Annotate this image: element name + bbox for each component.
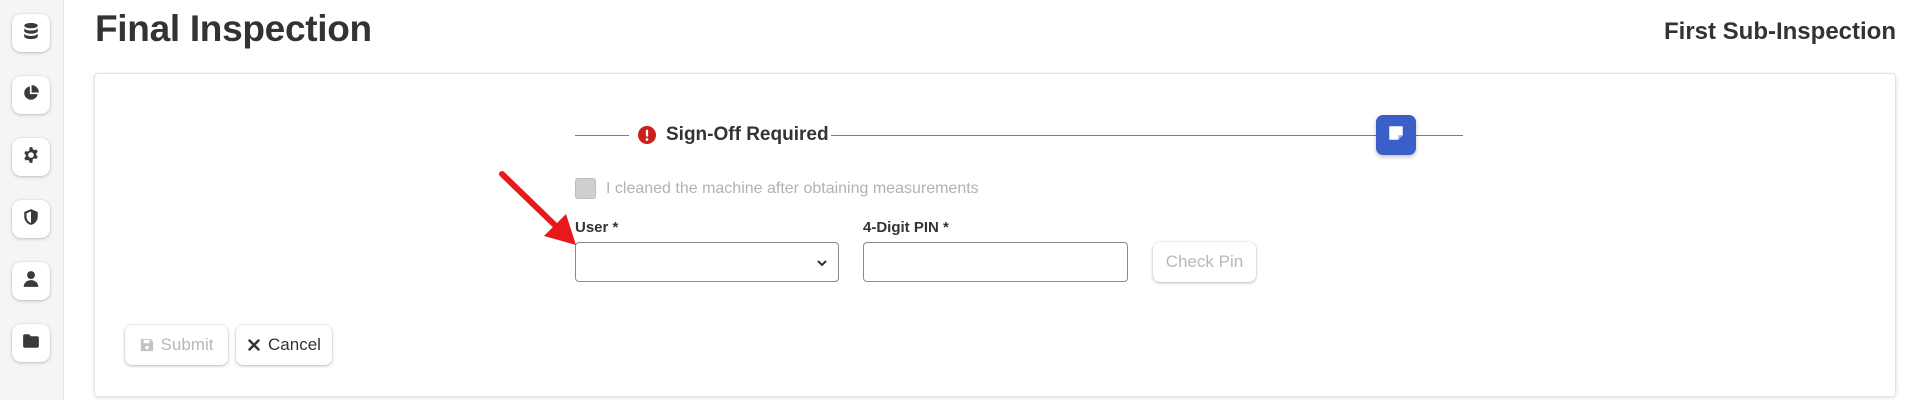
section-title: Sign-Off Required [666, 124, 829, 145]
cleaned-machine-label: I cleaned the machine after obtaining me… [606, 179, 979, 197]
submit-button[interactable]: Submit [125, 325, 228, 365]
user-field-label: User * [575, 219, 619, 236]
sidebar-item-security[interactable] [12, 200, 50, 238]
page-subtitle: First Sub-Inspection [1663, 18, 1896, 45]
database-icon [22, 22, 40, 45]
add-note-button[interactable] [1376, 115, 1416, 155]
section-divider-right [831, 135, 1463, 136]
chart-pie-icon [22, 84, 40, 107]
check-pin-label: Check Pin [1165, 252, 1244, 271]
section-header: Sign-Off Required [638, 123, 829, 147]
sidebar-item-reports[interactable] [12, 76, 50, 114]
sidebar-item-settings[interactable] [12, 138, 50, 176]
sidebar-item-user[interactable] [12, 262, 50, 300]
cancel-label: Cancel [268, 335, 321, 354]
folder-icon [22, 332, 40, 355]
sign-off-card: Sign-Off Required I cleaned the machine … [94, 73, 1896, 397]
user-select[interactable] [575, 242, 839, 282]
exclamation-circle-icon [638, 126, 656, 144]
save-icon [140, 338, 154, 352]
sticky-note-icon [1387, 124, 1405, 147]
sidebar-item-files[interactable] [12, 324, 50, 362]
sidebar-item-database[interactable] [12, 14, 50, 52]
sidebar [0, 0, 64, 400]
page-title: Final Inspection [95, 8, 372, 49]
cancel-button[interactable]: Cancel [236, 325, 332, 365]
cleaned-machine-checkbox-row[interactable]: I cleaned the machine after obtaining me… [575, 178, 979, 199]
section-divider-left [575, 135, 629, 136]
gear-icon [22, 146, 40, 169]
pin-input[interactable] [863, 242, 1128, 282]
close-icon [247, 338, 261, 352]
pin-field-label: 4-Digit PIN * [863, 219, 949, 236]
submit-label: Submit [160, 335, 214, 354]
cleaned-machine-checkbox[interactable] [575, 178, 596, 199]
check-pin-button[interactable]: Check Pin [1153, 242, 1256, 282]
shield-icon [22, 208, 40, 231]
chevron-down-icon [816, 257, 828, 269]
user-icon [22, 270, 40, 293]
